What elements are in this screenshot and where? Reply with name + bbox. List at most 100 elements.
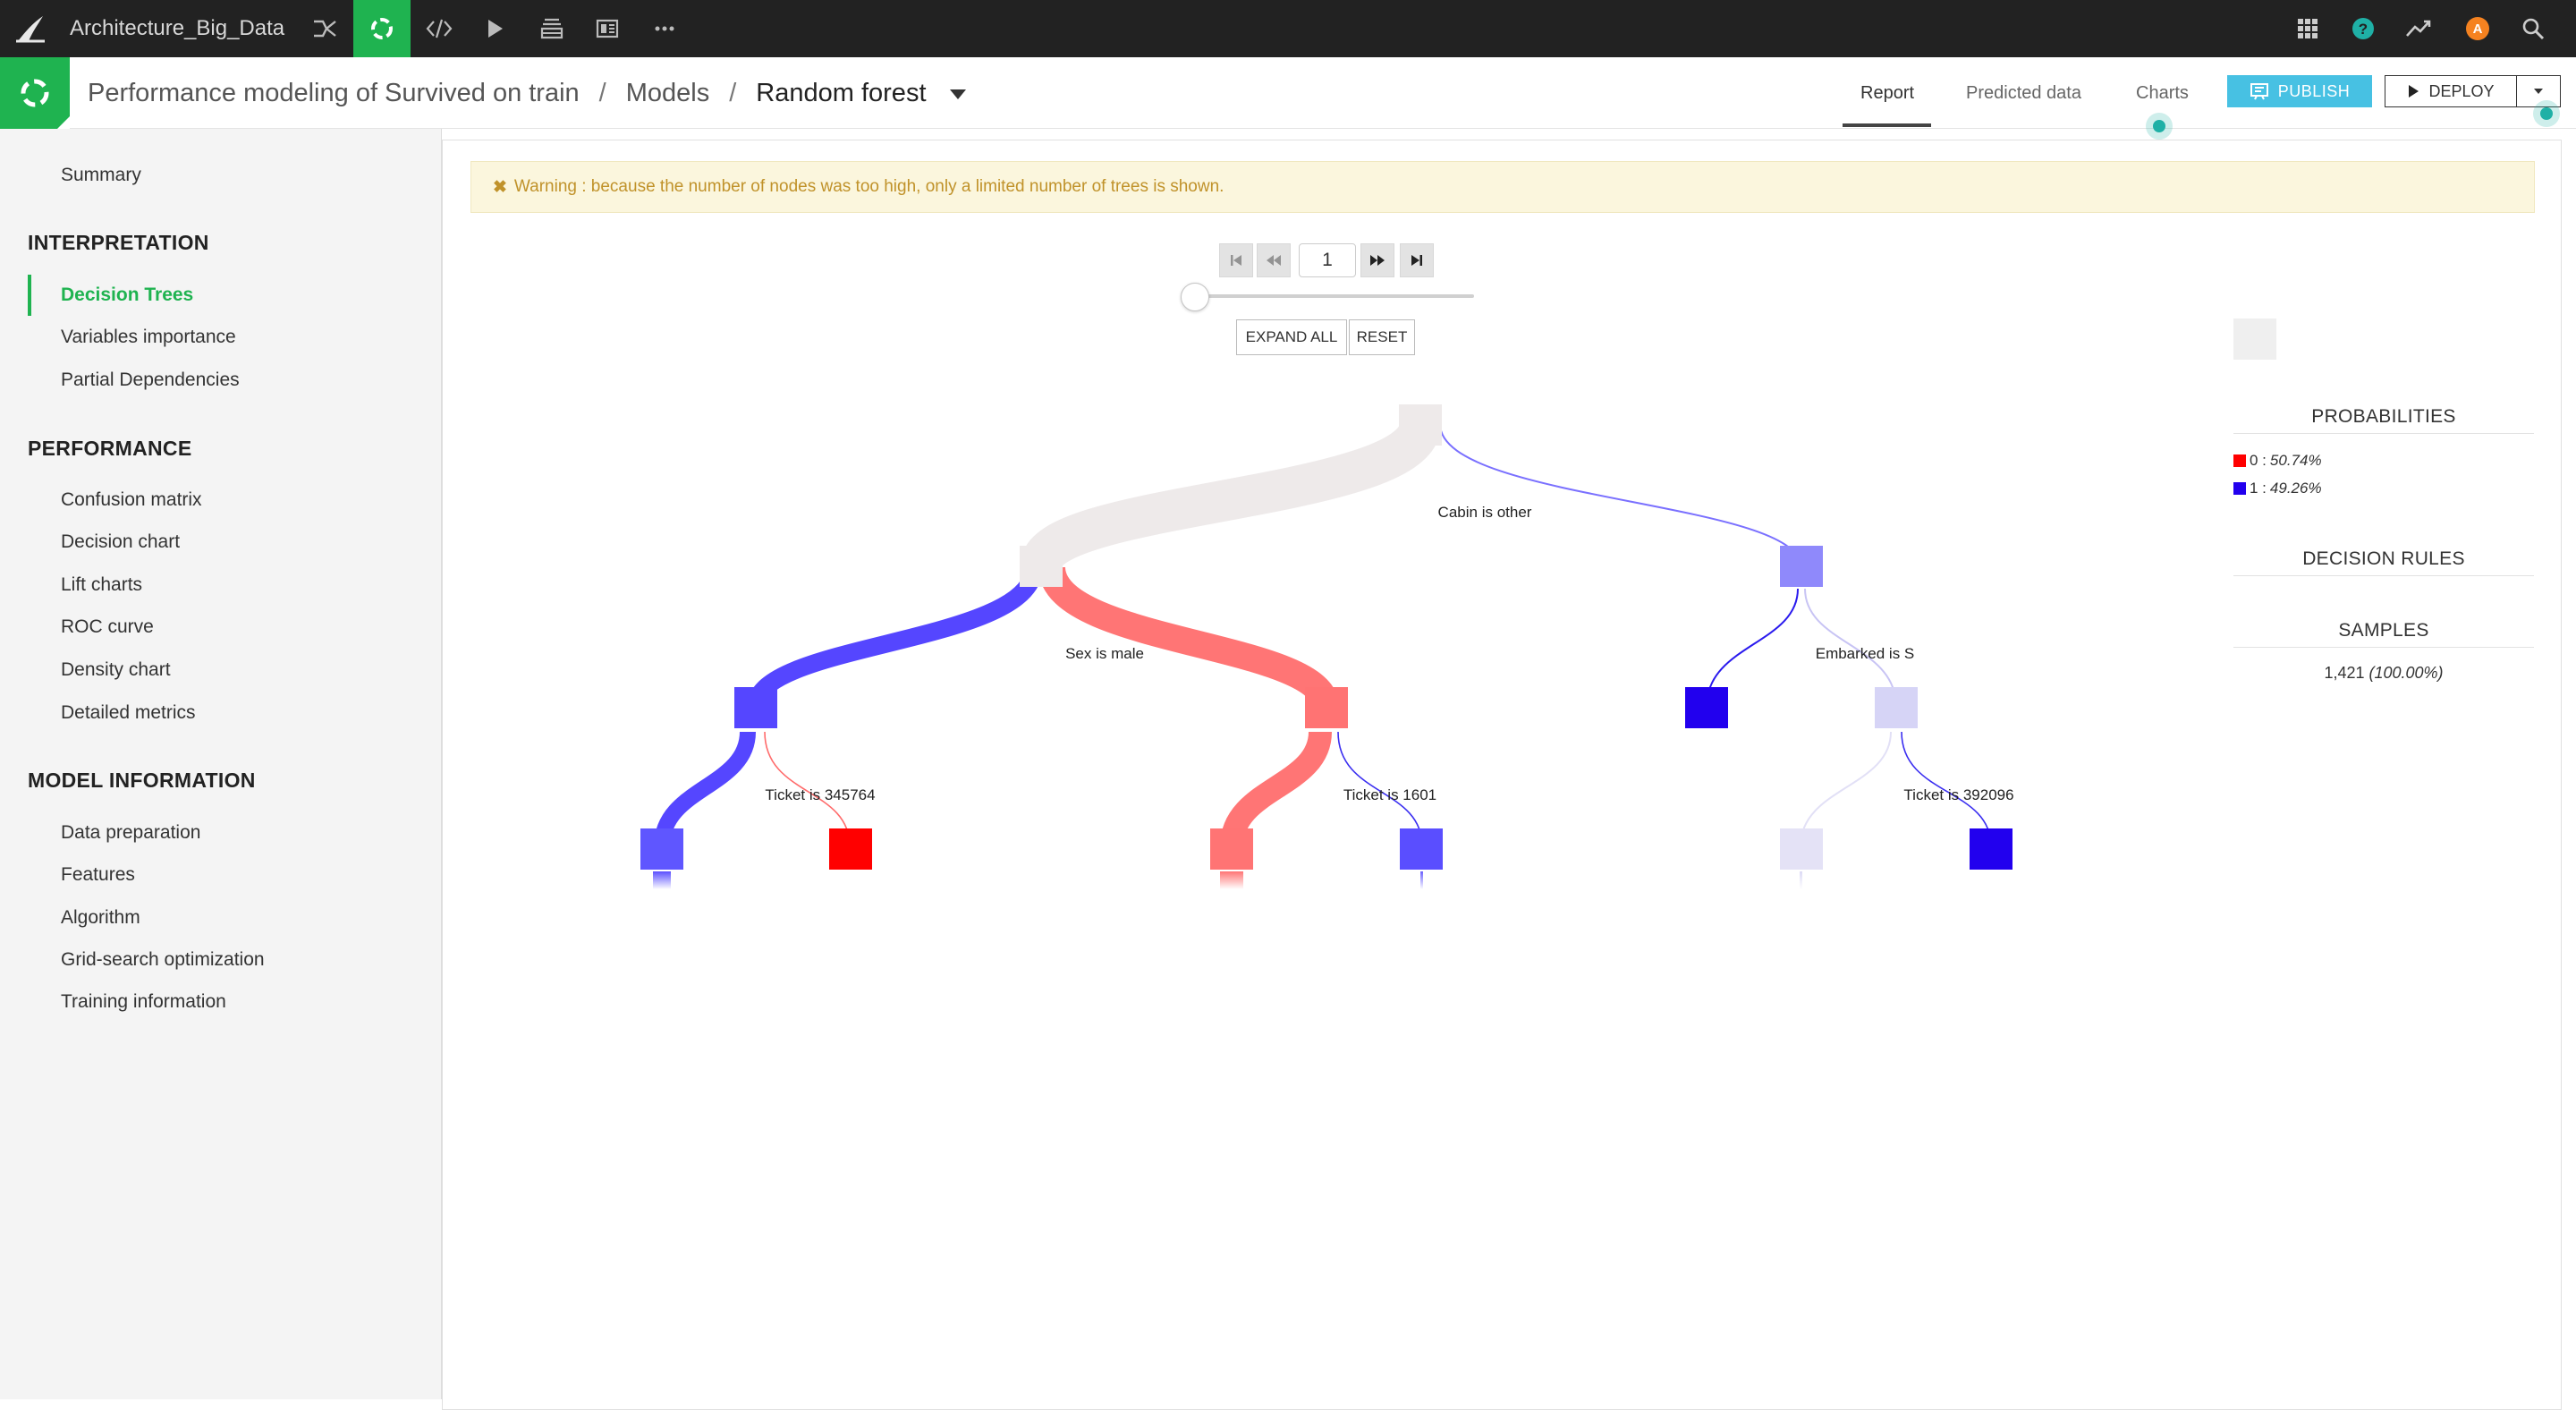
- dataiku-logo-icon[interactable]: [13, 13, 48, 45]
- sidebar-item-features[interactable]: Features: [61, 862, 135, 888]
- tree-node[interactable]: [1780, 546, 1823, 587]
- sidebar-item-data-preparation[interactable]: Data preparation: [61, 820, 200, 846]
- active-tab-indicator: [1843, 123, 1931, 127]
- caret-down-icon: [2534, 89, 2543, 94]
- flow-icon[interactable]: [296, 0, 353, 57]
- expand-all-button[interactable]: EXPAND ALL: [1236, 319, 1347, 355]
- tree-node[interactable]: [1020, 546, 1063, 587]
- datasets-icon[interactable]: [523, 0, 580, 57]
- deploy-button[interactable]: DEPLOY: [2385, 75, 2517, 107]
- previous-tree-button[interactable]: [1257, 243, 1291, 277]
- sidebar-item-density-chart[interactable]: Density chart: [61, 657, 171, 684]
- activity-icon[interactable]: [2392, 0, 2445, 57]
- dashboard-icon[interactable]: [579, 0, 636, 57]
- split-label: Ticket is 1601: [1343, 786, 1437, 803]
- tree-node[interactable]: [734, 687, 777, 728]
- sidebar-item-algorithm[interactable]: Algorithm: [61, 905, 140, 931]
- class-0-label: 0 :: [2250, 452, 2267, 469]
- last-icon: [1411, 255, 1422, 266]
- tree-node[interactable]: [1210, 828, 1253, 870]
- publish-button[interactable]: PUBLISH: [2227, 75, 2372, 107]
- warning-icon: ✖: [493, 177, 507, 197]
- sidebar-item-decision-chart[interactable]: Decision chart: [61, 529, 180, 556]
- hint-beacon[interactable]: [2540, 107, 2553, 120]
- user-avatar[interactable]: A: [2451, 0, 2504, 57]
- tree-node[interactable]: [1305, 687, 1348, 728]
- sidebar-item-detailed-metrics[interactable]: Detailed metrics: [61, 700, 196, 726]
- tab-predicted-data[interactable]: Predicted data: [1966, 77, 2081, 109]
- sidebar-item-partial-dependencies[interactable]: Partial Dependencies: [61, 367, 240, 394]
- sidebar-heading-performance: PERFORMANCE: [28, 437, 192, 460]
- svg-text:?: ?: [2359, 21, 2368, 38]
- class-0-probability: 50.74%: [2269, 452, 2322, 469]
- tree-index-input[interactable]: 1: [1299, 243, 1356, 277]
- tree-node[interactable]: [1400, 828, 1443, 870]
- tab-charts[interactable]: Charts: [2136, 77, 2189, 109]
- probability-class-0: 0 : 50.74%: [2233, 452, 2322, 470]
- sidebar-item-variables-importance[interactable]: Variables importance: [61, 324, 236, 351]
- tab-report[interactable]: Report: [1860, 77, 1914, 109]
- sidebar-item-training-information[interactable]: Training information: [61, 989, 226, 1015]
- breadcrumb-separator: /: [729, 79, 737, 107]
- breadcrumb-analysis[interactable]: Performance modeling of Survived on trai…: [88, 79, 580, 107]
- sidebar-item-lift-charts[interactable]: Lift charts: [61, 572, 142, 599]
- samples-count: 1,421: [2324, 664, 2365, 682]
- split-label: Ticket is 392096: [1903, 786, 2014, 803]
- sidebar-active-indicator: [28, 275, 31, 316]
- model-dropdown-caret-icon[interactable]: [949, 89, 966, 99]
- samples-value: 1,421 (100.00%): [2233, 664, 2534, 683]
- fast-forward-icon: [1370, 255, 1385, 266]
- code-icon[interactable]: [411, 0, 468, 57]
- sidebar-item-decision-trees[interactable]: Decision Trees: [61, 282, 193, 309]
- sidebar-item-summary[interactable]: Summary: [61, 162, 141, 189]
- breadcrumb: Performance modeling of Survived on trai…: [88, 75, 966, 111]
- tree-node[interactable]: [1970, 828, 2012, 870]
- apps-grid-icon[interactable]: [2281, 0, 2334, 57]
- probabilities-heading: PROBABILITIES: [2233, 406, 2534, 434]
- tree-slider-track[interactable]: [1188, 294, 1474, 298]
- run-icon[interactable]: [466, 0, 523, 57]
- tree-node-root[interactable]: [1399, 404, 1442, 446]
- report-sidebar: [0, 129, 442, 1399]
- breadcrumb-current-model: Random forest: [756, 79, 927, 107]
- class-1-label: 1 :: [2250, 480, 2267, 497]
- tree-slider-handle[interactable]: [1181, 283, 1209, 311]
- avatar-letter: A: [2472, 21, 2483, 37]
- sidebar-item-roc-curve[interactable]: ROC curve: [61, 614, 154, 641]
- sidebar-item-grid-search-optimization[interactable]: Grid-search optimization: [61, 947, 265, 973]
- warning-text: Warning : because the number of nodes wa…: [513, 177, 1224, 196]
- tree-node[interactable]: [1780, 828, 1823, 870]
- sidebar-item-confusion-matrix[interactable]: Confusion matrix: [61, 487, 202, 514]
- first-tree-button[interactable]: [1219, 243, 1253, 277]
- class-1-probability: 49.26%: [2269, 480, 2322, 497]
- probability-class-1: 1 : 49.26%: [2233, 480, 2322, 497]
- samples-heading: SAMPLES: [2233, 620, 2534, 648]
- tree-node[interactable]: [1875, 687, 1918, 728]
- samples-percentage: (100.00%): [2368, 664, 2444, 682]
- ml-icon[interactable]: [353, 0, 411, 57]
- breadcrumb-models[interactable]: Models: [626, 79, 710, 107]
- reset-button[interactable]: RESET: [1349, 319, 1415, 355]
- tree-node[interactable]: [640, 828, 683, 870]
- split-label: Ticket is 345764: [765, 786, 876, 803]
- sidebar-heading-model-information: MODEL INFORMATION: [28, 769, 256, 792]
- model-header: Performance modeling of Survived on trai…: [0, 57, 2576, 129]
- top-navbar: Architecture_Big_Data ? A: [0, 0, 2576, 57]
- search-icon[interactable]: [2506, 0, 2560, 57]
- more-icon[interactable]: [636, 0, 693, 57]
- publish-label: PUBLISH: [2277, 81, 2351, 100]
- class-1-color-swatch: [2233, 482, 2246, 495]
- project-name[interactable]: Architecture_Big_Data: [70, 13, 284, 45]
- deploy-options-button[interactable]: [2516, 75, 2561, 107]
- tree-node[interactable]: [829, 828, 872, 870]
- sidebar-heading-interpretation: INTERPRETATION: [28, 231, 209, 254]
- decision-rules-heading: DECISION RULES: [2233, 548, 2534, 576]
- warning-banner: ✖ Warning : because the number of nodes …: [470, 161, 2535, 213]
- help-icon[interactable]: ?: [2336, 0, 2390, 57]
- tree-node[interactable]: [1685, 687, 1728, 728]
- rewind-icon: [1267, 255, 1281, 266]
- next-tree-button[interactable]: [1360, 243, 1394, 277]
- split-label: Embarked is S: [1815, 645, 1915, 662]
- hint-beacon[interactable]: [2153, 120, 2165, 132]
- last-tree-button[interactable]: [1400, 243, 1434, 277]
